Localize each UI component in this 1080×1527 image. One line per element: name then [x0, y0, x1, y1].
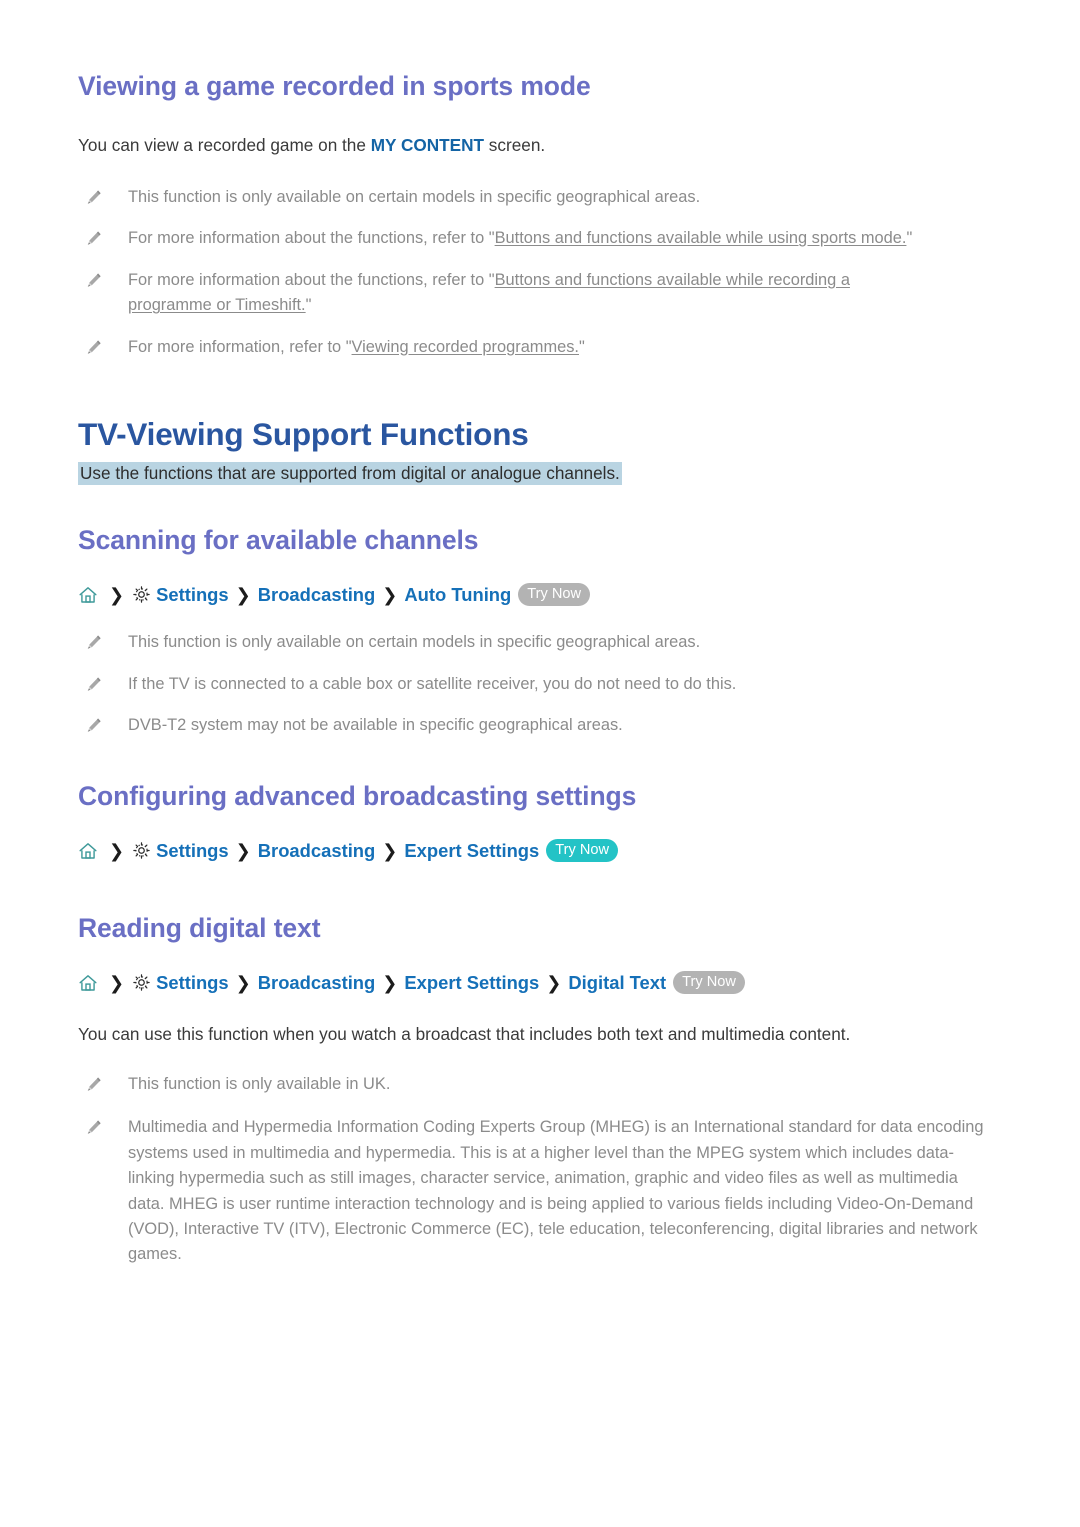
path-item-broadcasting[interactable]: Broadcasting — [258, 972, 376, 994]
try-now-badge[interactable]: Try Now — [518, 583, 591, 607]
gear-icon[interactable] — [132, 972, 153, 993]
path-item-settings[interactable]: Settings — [156, 584, 229, 606]
path-item-broadcasting[interactable]: Broadcasting — [258, 840, 376, 862]
home-icon[interactable] — [78, 584, 100, 606]
path-item-expert-settings[interactable]: Expert Settings — [404, 840, 539, 862]
section-tv-viewing-support: TV-Viewing Support Functions Use the fun… — [78, 415, 1008, 487]
cross-reference-link[interactable]: Viewing recorded programmes. — [352, 338, 579, 356]
my-content-link[interactable]: MY CONTENT — [371, 135, 484, 155]
note-text: This function is only available in UK. — [128, 1074, 391, 1093]
chevron-right-icon: ❯ — [109, 972, 125, 993]
gear-icon[interactable] — [132, 584, 153, 605]
note-item: This function is only available on certa… — [78, 185, 1008, 210]
pencil-note-icon — [84, 1117, 106, 1139]
note-text: If the TV is connected to a cable box or… — [128, 674, 737, 693]
pencil-note-icon — [84, 632, 106, 654]
chevron-right-icon: ❯ — [546, 972, 562, 993]
try-now-badge[interactable]: Try Now — [546, 839, 619, 863]
path-item-broadcasting[interactable]: Broadcasting — [258, 584, 376, 606]
note-text: For more information about the functions… — [106, 268, 926, 319]
note-item: If the TV is connected to a cable box or… — [78, 672, 1008, 697]
path-item-auto-tuning[interactable]: Auto Tuning — [404, 584, 511, 606]
heading-viewing-game-sports-mode: Viewing a game recorded in sports mode — [78, 71, 591, 101]
sports-intro-paragraph: You can view a recorded game on the MY C… — [78, 133, 1008, 159]
section-sports-mode: Viewing a game recorded in sports mode Y… — [78, 70, 1008, 360]
chevron-right-icon: ❯ — [382, 972, 398, 993]
pencil-note-icon — [84, 187, 106, 209]
document-page: Viewing a game recorded in sports mode Y… — [0, 0, 1080, 1527]
section-advanced-broadcasting: Configuring advanced broadcasting settin… — [78, 780, 1008, 863]
settings-path-auto-tuning: ❯ Settings ❯ Broadcasting ❯ Auto Tuning … — [78, 583, 1008, 607]
heading-configuring-advanced-broadcasting-settings: Configuring advanced broadcasting settin… — [78, 781, 637, 811]
digital-text-intro-paragraph: You can use this function when you watch… — [78, 1024, 851, 1045]
path-item-expert-settings[interactable]: Expert Settings — [404, 972, 539, 994]
note-fragment: " — [578, 337, 585, 356]
chevron-right-icon: ❯ — [235, 840, 251, 861]
chevron-right-icon: ❯ — [382, 584, 398, 605]
chevron-right-icon: ❯ — [235, 972, 251, 993]
note-item: Multimedia and Hypermedia Information Co… — [78, 1115, 1008, 1268]
home-icon[interactable] — [78, 972, 100, 994]
highlighted-subtitle: Use the functions that are supported fro… — [78, 462, 622, 486]
path-item-settings[interactable]: Settings — [156, 972, 229, 994]
pencil-note-icon — [84, 674, 106, 696]
home-icon[interactable] — [78, 840, 100, 862]
heading-reading-digital-text: Reading digital text — [78, 913, 321, 943]
note-text: This function is only available on certa… — [128, 633, 701, 652]
note-item: For more information, refer to "Viewing … — [78, 335, 1008, 360]
note-fragment: " — [906, 229, 913, 248]
chevron-right-icon: ❯ — [382, 840, 398, 861]
note-item: For more information about the functions… — [78, 226, 1008, 251]
note-text: For more information, refer to "Viewing … — [106, 335, 1008, 360]
path-item-digital-text[interactable]: Digital Text — [568, 972, 666, 994]
note-item: DVB-T2 system may not be available in sp… — [78, 713, 1008, 738]
note-fragment: For more information about the functions… — [128, 229, 495, 248]
note-text: DVB-T2 system may not be available in sp… — [128, 715, 623, 734]
note-fragment: For more information, refer to " — [128, 337, 352, 356]
page-title-tv-viewing-support-functions: TV-Viewing Support Functions — [78, 416, 529, 452]
heading-scanning-for-available-channels: Scanning for available channels — [78, 525, 479, 555]
note-fragment: " — [305, 296, 312, 315]
try-now-badge[interactable]: Try Now — [673, 971, 745, 995]
sports-intro-text-after: screen. — [484, 135, 546, 156]
cross-reference-link[interactable]: Buttons and functions available while us… — [495, 229, 907, 247]
chevron-right-icon: ❯ — [235, 584, 251, 605]
section-reading-digital-text: Reading digital text ❯ Settings ❯ Broadc… — [78, 912, 1008, 1268]
note-item: For more information about the functions… — [78, 268, 1008, 319]
section-scanning-channels: Scanning for available channels ❯ Settin… — [78, 524, 1008, 738]
settings-path-digital-text: ❯ Settings ❯ Broadcasting ❯ Expert Setti… — [78, 971, 1008, 995]
gear-icon[interactable] — [132, 840, 153, 861]
sports-intro-text-before: You can view a recorded game on the — [78, 135, 371, 156]
pencil-note-icon — [84, 715, 106, 737]
note-text: This function is only available on certa… — [106, 185, 1008, 210]
note-fragment: This function is only available on certa… — [128, 187, 701, 206]
settings-path-expert-settings: ❯ Settings ❯ Broadcasting ❯ Expert Setti… — [78, 839, 1008, 863]
tv-viewing-subtitle-row: Use the functions that are supported fro… — [78, 461, 1008, 487]
note-item: This function is only available in UK. — [78, 1072, 1008, 1097]
pencil-note-icon — [84, 337, 106, 359]
chevron-right-icon: ❯ — [109, 840, 125, 861]
pencil-note-icon — [84, 228, 106, 250]
note-text: For more information about the functions… — [106, 226, 1008, 251]
note-fragment: For more information about the functions… — [128, 270, 495, 289]
pencil-note-icon — [84, 270, 106, 292]
note-text: Multimedia and Hypermedia Information Co… — [128, 1118, 984, 1264]
chevron-right-icon: ❯ — [109, 584, 125, 605]
note-item: This function is only available on certa… — [78, 630, 1008, 655]
pencil-note-icon — [84, 1074, 106, 1096]
path-item-settings[interactable]: Settings — [156, 840, 229, 862]
